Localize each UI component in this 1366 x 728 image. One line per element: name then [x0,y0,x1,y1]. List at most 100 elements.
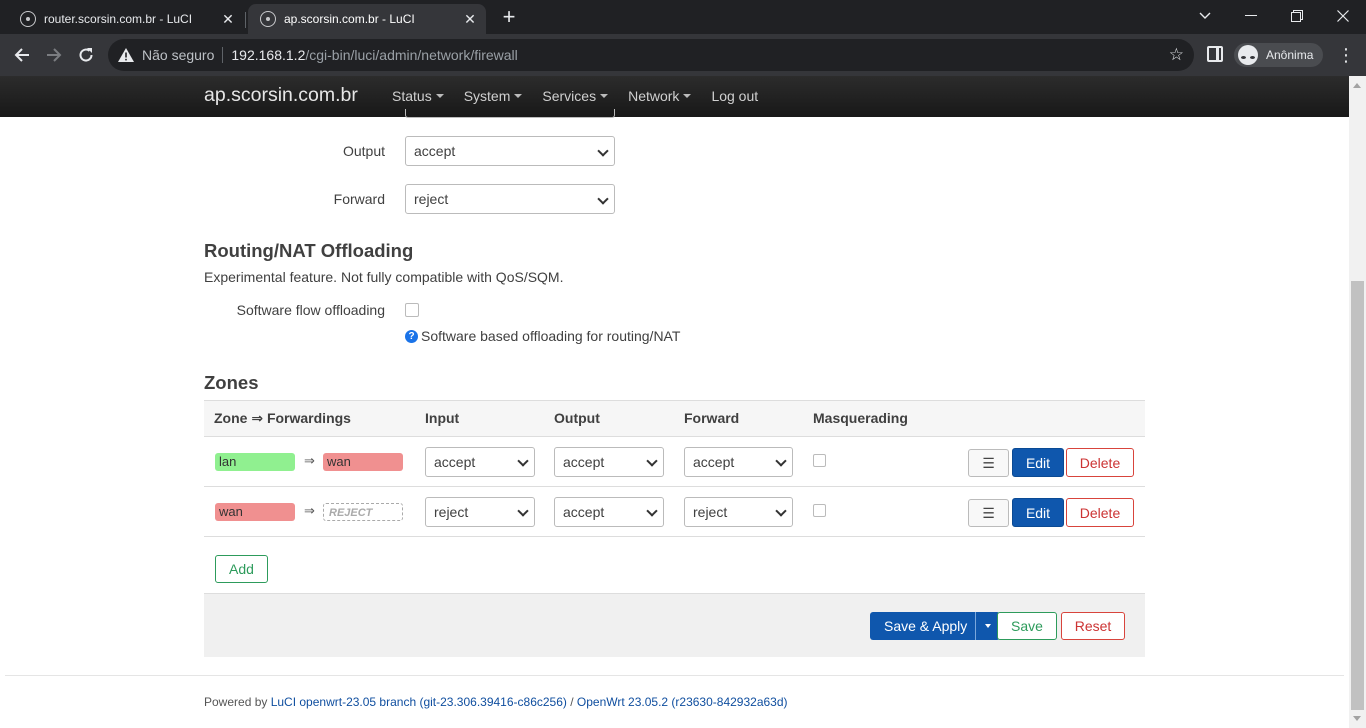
caret-down-icon [514,94,523,98]
security-status[interactable]: Não seguro [142,47,214,63]
help-text: Software based offloading for routing/NA… [421,328,681,344]
tab-title: ap.scorsin.com.br - LuCI [284,12,415,26]
caret-down-icon [600,94,609,98]
footer-divider [5,675,1344,676]
edit-button[interactable]: Edit [1012,448,1064,477]
forward-arrow-icon[interactable] [40,41,68,69]
save-apply-button[interactable]: Save & Apply [870,612,977,640]
caret-down-icon [985,624,992,628]
sw-offloading-help: ? Software based offloading for routing/… [405,328,680,344]
caret-down-icon [683,94,692,98]
footer: Powered by LuCI openwrt-23.05 branch (gi… [204,695,788,709]
select-value: reject [434,504,469,520]
sw-offloading-label: Software flow offloading [236,302,385,318]
url-path: /cgi-bin/luci/admin/network/firewall [305,47,518,63]
close-icon[interactable]: ✕ [218,9,238,29]
menu-network[interactable]: Network [628,88,692,104]
chevron-down-icon[interactable] [1182,0,1228,32]
forward-select[interactable]: reject [405,184,615,214]
zone-badge-lan: lan [215,453,295,471]
select-value: accept [434,454,476,470]
zones-title: Zones [204,372,259,393]
help-question-icon: ? [405,329,418,343]
tab-title: router.scorsin.com.br - LuCI [44,12,193,26]
luci-link[interactable]: LuCI openwrt-23.05 branch (git-23.306.39… [271,695,567,709]
browser-tab-bar: router.scorsin.com.br - LuCI ✕ ap.scorsi… [0,0,1366,34]
output-select-value: accept [414,143,456,159]
col-zone-forwardings: Zone ⇒ Forwardings [214,410,351,426]
select-value: accept [563,504,605,520]
browser-toolbar: Não seguro 192.168.1.2/cgi-bin/luci/admi… [0,34,1366,76]
browser-tab-router[interactable]: router.scorsin.com.br - LuCI ✕ [8,4,244,34]
drag-handle-button[interactable]: ☰ [968,499,1009,527]
zone-badge-wan: wan [323,453,403,471]
edit-button[interactable]: Edit [1012,498,1064,527]
output-policy-select[interactable]: accept [554,447,664,477]
input-policy-select[interactable]: reject [425,497,535,527]
reload-icon[interactable] [72,41,100,69]
masquerading-checkbox[interactable] [813,454,826,467]
minimize-icon[interactable] [1228,0,1274,32]
select-value: accept [693,454,735,470]
delete-button[interactable]: Delete [1066,448,1134,477]
bookmark-star-icon[interactable]: ☆ [1169,45,1184,65]
sw-offloading-checkbox[interactable] [405,303,419,317]
brand-title[interactable]: ap.scorsin.com.br [204,84,358,107]
forward-arrow: ⇒ [304,453,315,468]
main-menu: Status System Services Network Log out [392,88,778,104]
menu-logout[interactable]: Log out [711,88,758,104]
page-viewport: ap.scorsin.com.br Status System Services… [0,76,1366,728]
chevron-down-icon [517,505,529,517]
footer-separator: / [566,695,577,709]
select-value: reject [693,504,728,520]
offloading-description: Experimental feature. Not fully compatib… [204,269,564,285]
menu-services[interactable]: Services [542,88,609,104]
add-zone-button[interactable]: Add [215,555,268,583]
col-forward: Forward [684,410,740,426]
output-policy-select[interactable]: accept [554,497,664,527]
luci-favicon-icon [260,11,276,27]
zone-badge-wan: wan [215,503,295,521]
luci-favicon-icon [20,11,36,27]
col-output: Output [554,410,600,426]
scroll-up-icon[interactable] [1353,83,1361,88]
side-panel-icon[interactable] [1207,46,1223,62]
col-masquerading: Masquerading [813,410,908,426]
forward-select-value: reject [414,191,449,207]
delete-button[interactable]: Delete [1066,498,1134,527]
input-select-partial[interactable] [405,109,615,118]
drag-handle-button[interactable]: ☰ [968,449,1009,477]
openwrt-link[interactable]: OpenWrt 23.05.2 (r23630-842932a63d) [577,695,788,709]
menu-status[interactable]: Status [392,88,444,104]
reset-button[interactable]: Reset [1061,612,1125,640]
zones-table-header: Zone ⇒ Forwardings Input Output Forward … [204,400,1145,437]
vertical-scrollbar[interactable] [1349,76,1366,728]
scrollbar-thumb[interactable] [1351,281,1364,710]
close-window-icon[interactable] [1320,0,1366,32]
restore-icon[interactable] [1274,0,1320,32]
address-divider [222,47,224,63]
incognito-profile-button[interactable]: Anônima [1234,43,1324,67]
close-icon[interactable]: ✕ [460,9,480,29]
menu-system[interactable]: System [464,88,523,104]
output-select[interactable]: accept [405,136,615,166]
table-row: lan ⇒ wan accept accept accept ☰ Edit De… [204,437,1145,487]
browser-tab-ap[interactable]: ap.scorsin.com.br - LuCI ✕ [248,4,486,34]
address-bar[interactable]: Não seguro 192.168.1.2/cgi-bin/luci/admi… [108,39,1194,71]
new-tab-plus-icon[interactable]: + [497,6,521,30]
masquerading-checkbox[interactable] [813,504,826,517]
back-arrow-icon[interactable] [8,41,36,69]
footer-prefix: Powered by [204,695,271,709]
table-row: wan ⇒ REJECT reject accept reject ☰ Edit… [204,487,1145,537]
forward-policy-select[interactable]: accept [684,447,793,477]
warning-triangle-icon[interactable] [118,47,134,63]
input-policy-select[interactable]: accept [425,447,535,477]
forward-policy-select[interactable]: reject [684,497,793,527]
save-button[interactable]: Save [997,612,1057,640]
zone-badge-reject: REJECT [323,503,403,521]
caret-down-icon [435,94,444,98]
more-menu-icon[interactable]: ⋮ [1336,44,1356,66]
select-value: accept [563,454,605,470]
scroll-down-icon[interactable] [1353,716,1361,721]
chevron-down-icon [775,505,787,517]
